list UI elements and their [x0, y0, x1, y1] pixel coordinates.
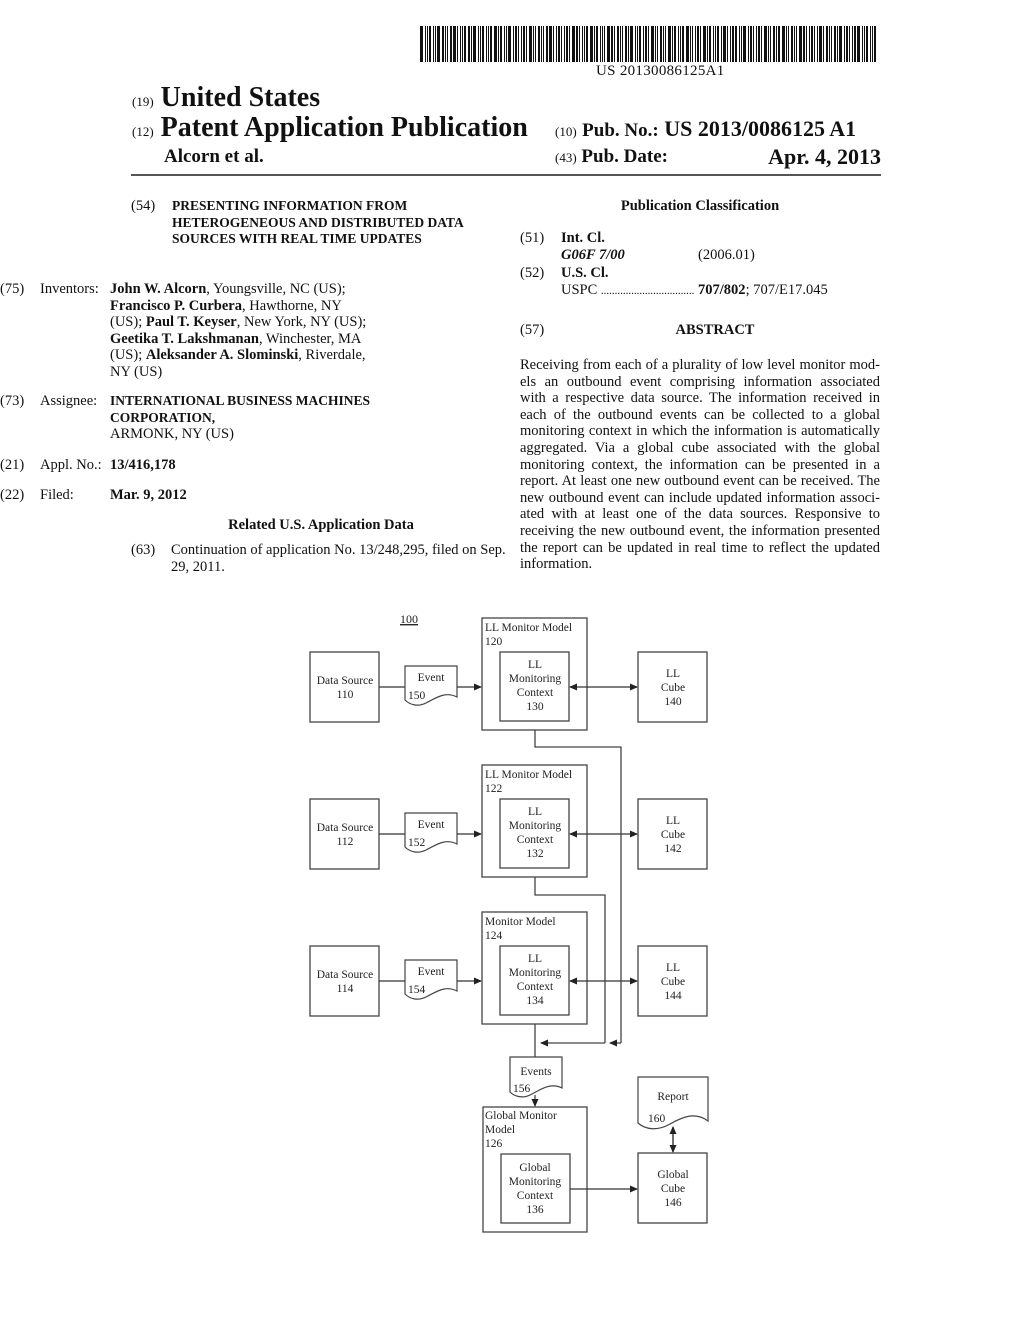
monitoring-context-label: LL [528, 953, 542, 965]
report-label: Report [657, 1091, 689, 1103]
monitoring-context-label: Context [517, 834, 554, 846]
global-cube-number: 146 [664, 1197, 682, 1209]
monitoring-context-label: LL [528, 806, 542, 818]
global-context-line-1: Global [519, 1162, 550, 1174]
events-number: 156 [513, 1083, 531, 1095]
ll-cube-label: LL [666, 815, 680, 827]
monitor-model-number: 124 [485, 930, 503, 942]
data-source-box [309, 651, 380, 723]
data-source-box [309, 798, 380, 870]
ll-cube-label: Cube [661, 682, 685, 694]
event-label: Event [418, 672, 446, 684]
monitor-model-label: LL Monitor Model [485, 622, 572, 634]
global-model-number: 126 [485, 1138, 503, 1150]
ll-cube-number: 144 [664, 990, 682, 1002]
figure-diagram: 100 Data Source 110 Event 150 LL Monitor Mod… [309, 612, 709, 1233]
ll-cube-label: LL [666, 668, 680, 680]
global-cube-line-1: Global [657, 1169, 688, 1181]
monitoring-context-label: Context [517, 981, 554, 993]
global-model-label-1: Global Monitor [485, 1110, 557, 1122]
figure-ref: 100 [400, 612, 418, 626]
report-number: 160 [648, 1113, 666, 1125]
global-context-number: 136 [526, 1204, 544, 1216]
global-context-line-2: Monitoring [509, 1176, 562, 1188]
monitoring-context-number: 134 [526, 995, 544, 1007]
ll-cube-number: 142 [664, 843, 682, 855]
monitoring-context-number: 132 [526, 848, 544, 860]
data-source-number: 114 [337, 983, 354, 995]
monitor-model-number: 120 [485, 636, 503, 648]
data-source-label: Data Source [317, 675, 374, 687]
monitoring-context-number: 130 [526, 701, 544, 713]
monitoring-context-label: Monitoring [509, 967, 562, 979]
data-source-label: Data Source [317, 822, 374, 834]
data-source-box [309, 945, 380, 1017]
data-source-label: Data Source [317, 969, 374, 981]
global-model-label-2: Model [485, 1124, 515, 1136]
monitoring-context-label: Context [517, 687, 554, 699]
event-label: Event [418, 966, 446, 978]
monitoring-context-label: Monitoring [509, 820, 562, 832]
ll-cube-number: 140 [664, 696, 682, 708]
global-cube-line-2: Cube [661, 1183, 685, 1195]
monitor-model-number: 122 [485, 783, 503, 795]
ll-cube-label: Cube [661, 829, 685, 841]
event-number: 150 [408, 690, 426, 702]
ll-cube-label: Cube [661, 976, 685, 988]
event-label: Event [418, 819, 446, 831]
monitoring-context-label: LL [528, 659, 542, 671]
data-source-number: 110 [337, 689, 354, 701]
event-number: 152 [408, 837, 426, 849]
data-source-number: 112 [337, 836, 354, 848]
global-context-line-3: Context [517, 1190, 554, 1202]
monitor-model-label: LL Monitor Model [485, 769, 572, 781]
ll-cube-label: LL [666, 962, 680, 974]
monitoring-context-label: Monitoring [509, 673, 562, 685]
event-number: 154 [408, 984, 426, 996]
events-label: Events [520, 1066, 552, 1078]
monitor-model-label: Monitor Model [485, 916, 556, 928]
